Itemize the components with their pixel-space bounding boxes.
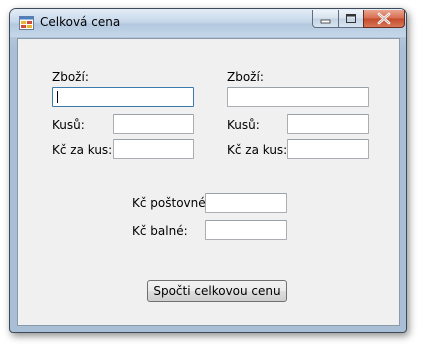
packing-label: Kč balné:: [132, 224, 188, 238]
window-title: Celková cena: [40, 15, 121, 29]
right-item-label: Zboží:: [227, 70, 264, 84]
maximize-button[interactable]: [338, 10, 364, 28]
left-qty-label: Kusů:: [52, 118, 85, 132]
right-qty-label: Kusů:: [227, 118, 260, 132]
title-bar[interactable]: Celková cena: [10, 9, 406, 37]
left-price-input[interactable]: [113, 139, 194, 159]
left-price-label: Kč za kus:: [52, 143, 113, 157]
left-qty-input[interactable]: [113, 114, 194, 134]
text-caret: [57, 91, 58, 103]
form-client-area: Zboží: Kusů: Kč za kus: Zboží: Kusů: Kč …: [17, 38, 400, 326]
main-window: Celková cena Zboží: Kusů: Kč za kus: Zbo…: [9, 8, 407, 333]
close-icon: [377, 12, 391, 25]
minimize-icon: [320, 19, 331, 24]
postage-label: Kč poštovné:: [132, 196, 210, 210]
minimize-button[interactable]: [312, 10, 339, 28]
close-button[interactable]: [363, 10, 405, 28]
right-item-input[interactable]: [227, 87, 369, 107]
postage-input[interactable]: [205, 193, 287, 213]
right-qty-input[interactable]: [287, 114, 369, 134]
maximize-icon: [346, 14, 356, 23]
packing-input[interactable]: [205, 220, 287, 240]
right-price-label: Kč za kus:: [227, 143, 288, 157]
left-item-input[interactable]: [52, 87, 194, 107]
compute-total-button[interactable]: Spočti celkovou cenu: [147, 280, 287, 302]
app-window-icon: [19, 16, 34, 30]
left-item-label: Zboží:: [52, 70, 89, 84]
right-price-input[interactable]: [287, 139, 369, 159]
